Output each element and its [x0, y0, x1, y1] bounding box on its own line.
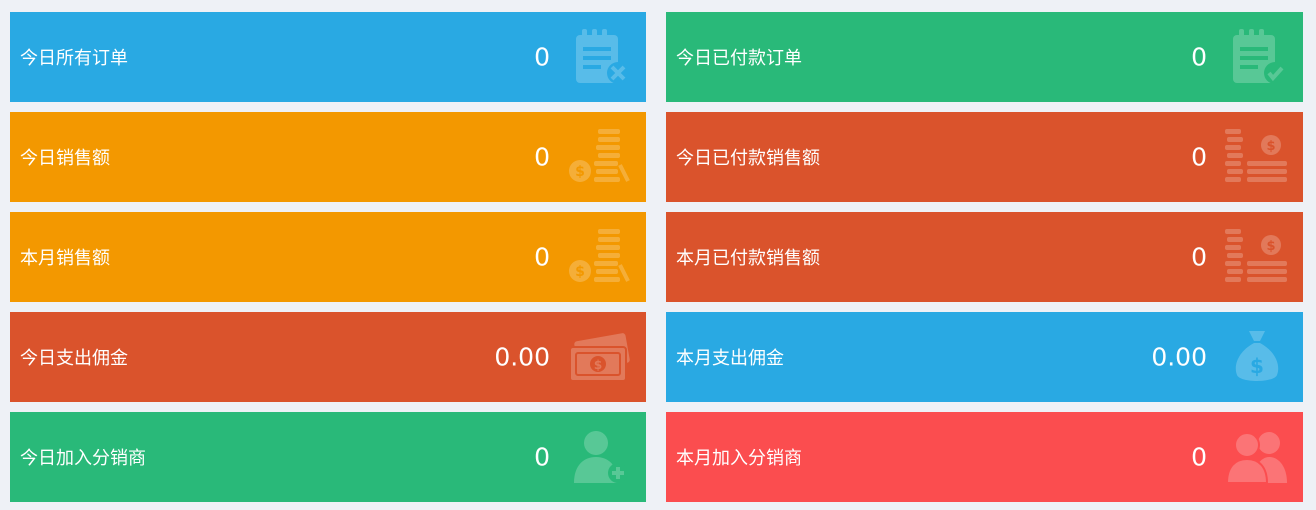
banknote-icon: $	[568, 327, 632, 387]
card-value: 0	[534, 442, 550, 472]
card-today-new-distributors[interactable]: 今日加入分销商 0	[10, 412, 646, 502]
card-value: 0	[1191, 42, 1207, 72]
order-cancel-icon	[568, 27, 632, 87]
card-value: 0	[534, 42, 550, 72]
svg-text:$: $	[1250, 354, 1264, 378]
money-bag-icon: $	[1225, 327, 1289, 387]
card-label: 今日支出佣金	[20, 348, 128, 369]
card-month-sales[interactable]: 本月销售额 0 $	[10, 212, 646, 302]
card-today-paid-sales[interactable]: 今日已付款销售额 0 $	[666, 112, 1303, 202]
card-today-all-orders[interactable]: 今日所有订单 0	[10, 12, 646, 102]
card-value: 0.00	[1151, 342, 1207, 372]
card-month-commission[interactable]: 本月支出佣金 0.00 $	[666, 312, 1303, 402]
card-label: 今日销售额	[20, 148, 110, 169]
order-check-icon	[1225, 27, 1289, 87]
card-label: 本月支出佣金	[676, 348, 784, 369]
money-stack-icon: $	[1225, 227, 1289, 287]
card-value: 0	[534, 242, 550, 272]
card-label: 今日已付款订单	[676, 48, 802, 69]
svg-text:$: $	[1266, 239, 1275, 254]
svg-text:$: $	[1266, 139, 1275, 154]
svg-text:$: $	[575, 264, 585, 280]
card-label: 本月加入分销商	[676, 448, 802, 469]
card-label: 今日所有订单	[20, 48, 128, 69]
card-value: 0	[1191, 242, 1207, 272]
card-label: 本月已付款销售额	[676, 248, 820, 269]
card-label: 今日加入分销商	[20, 448, 146, 469]
card-label: 今日已付款销售额	[676, 148, 820, 169]
card-value: 0	[534, 142, 550, 172]
coins-icon: $	[568, 127, 632, 187]
card-today-commission[interactable]: 今日支出佣金 0.00 $	[10, 312, 646, 402]
svg-text:$: $	[594, 358, 602, 372]
card-month-new-distributors[interactable]: 本月加入分销商 0	[666, 412, 1303, 502]
coins-icon: $	[568, 227, 632, 287]
card-value: 0	[1191, 142, 1207, 172]
card-label: 本月销售额	[20, 248, 110, 269]
card-value: 0.00	[494, 342, 550, 372]
card-month-paid-sales[interactable]: 本月已付款销售额 0 $	[666, 212, 1303, 302]
card-value: 0	[1191, 442, 1207, 472]
stats-grid: 今日所有订单 0 今日已付款订单 0 今日销售额 0 $ 今日已付款销售额 0 …	[10, 12, 1303, 502]
users-icon	[1225, 427, 1289, 487]
money-stack-icon: $	[1225, 127, 1289, 187]
svg-text:$: $	[575, 164, 585, 180]
card-today-paid-orders[interactable]: 今日已付款订单 0	[666, 12, 1303, 102]
user-add-icon	[568, 427, 632, 487]
card-today-sales[interactable]: 今日销售额 0 $	[10, 112, 646, 202]
